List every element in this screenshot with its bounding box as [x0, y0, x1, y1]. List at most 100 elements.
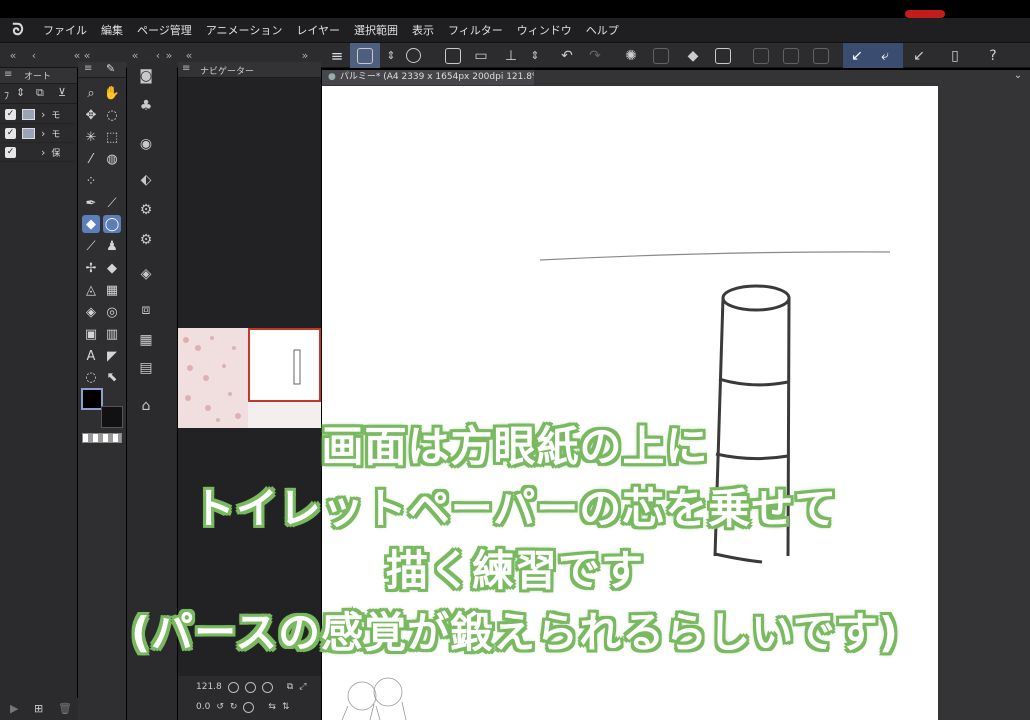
stepper-icon[interactable]: ⇕	[384, 43, 398, 68]
flip-horizontal-icon[interactable]: ⇆	[268, 702, 276, 712]
balloon-tail-icon[interactable]: ◌	[82, 368, 100, 386]
film-icon[interactable]: ▤	[136, 358, 156, 378]
fit-window-icon[interactable]: ⧉	[287, 682, 293, 692]
visibility-check-icon[interactable]: ✓	[5, 127, 16, 139]
copy-layer-icon[interactable]: ⧉	[36, 86, 44, 100]
fit-icon[interactable]	[261, 681, 273, 693]
deselect-icon[interactable]	[650, 43, 672, 68]
spiral-icon[interactable]: ◎	[103, 303, 121, 321]
airbrush-icon[interactable]: ⟋	[82, 237, 100, 255]
menu-window[interactable]: ウィンドウ	[510, 22, 579, 38]
save-icon[interactable]: ⊥	[500, 43, 522, 68]
collapse-left-icon[interactable]: «	[4, 43, 22, 68]
balloon-icon[interactable]: ◯	[103, 215, 121, 233]
gear-icon[interactable]: ⚙	[136, 200, 156, 220]
frame-icon[interactable]: ▥	[103, 325, 121, 343]
menu-file[interactable]: ファイル	[36, 22, 94, 38]
line-snap-icon[interactable]: ↙	[908, 43, 930, 68]
fill-icon[interactable]: ◬	[82, 281, 100, 299]
correction-icon[interactable]: ⬉	[103, 368, 121, 386]
ruler-icon[interactable]: ◤	[103, 347, 121, 365]
layer-settings-icon[interactable]: ⧈	[136, 300, 156, 320]
hamburger-icon[interactable]: ≡	[328, 43, 346, 68]
stepper-icon[interactable]: ⇕	[528, 43, 542, 68]
stamp-icon[interactable]: ♟	[103, 237, 121, 255]
selection-launcher-button[interactable]	[350, 43, 380, 68]
grid-settings-icon[interactable]: ▦	[136, 330, 156, 350]
flip-vertical-icon[interactable]: ⇅	[282, 702, 290, 712]
figure-icon[interactable]: ⁘	[82, 172, 100, 190]
brush-settings-icon[interactable]: ⬖	[136, 170, 156, 190]
zoom-in-icon[interactable]	[244, 681, 256, 693]
reset-rotation-icon[interactable]	[243, 701, 255, 713]
text-icon[interactable]: A	[82, 347, 100, 365]
gear-icon[interactable]: ⚙	[136, 230, 156, 250]
menu-selection[interactable]: 選択範囲	[347, 22, 405, 38]
fullscreen-icon[interactable]: ⤢	[299, 682, 306, 692]
eraser-icon[interactable]: ◆	[103, 259, 121, 277]
merge-layer-icon[interactable]: ⊻	[58, 86, 66, 99]
chevron-right-icon[interactable]: ›	[41, 127, 45, 140]
rotate-left-icon[interactable]: ↺	[216, 702, 224, 712]
navigator-preview[interactable]	[178, 328, 321, 428]
draft-icon[interactable]	[810, 43, 832, 68]
new-file-icon[interactable]	[442, 43, 464, 68]
redo-icon[interactable]: ↷	[584, 43, 606, 68]
undo-icon[interactable]: ↶	[556, 43, 578, 68]
menu-filter[interactable]: フィルター	[441, 22, 510, 38]
document-tab[interactable]: ● パルミー* (A4 2339 x 1654px 200dpi 121.8%)	[322, 70, 534, 85]
blend-mode-select[interactable]: ﾌ	[4, 87, 9, 102]
chat-icon[interactable]: ◍	[103, 150, 121, 168]
eyedropper-icon[interactable]: ⁄	[82, 150, 100, 168]
visibility-check-icon[interactable]: ✓	[5, 108, 16, 120]
bucket-icon[interactable]: ◈	[82, 303, 100, 321]
chevron-left-icon[interactable]: ‹	[28, 43, 40, 68]
stepper-icon[interactable]: ⇕	[16, 86, 25, 99]
ruler-snap-icon[interactable]: ↙	[846, 43, 868, 68]
ref-icon[interactable]	[780, 43, 802, 68]
brush-snap-icon[interactable]: ⤶	[874, 43, 896, 68]
menu-animation[interactable]: アニメーション	[199, 22, 290, 38]
transform-icon[interactable]	[712, 43, 734, 68]
chevron-right-icon[interactable]: ›	[41, 108, 45, 121]
play-icon[interactable]: ▶	[10, 702, 18, 715]
main-color-swatch[interactable]	[81, 388, 103, 410]
object-icon[interactable]: ⬚	[103, 128, 121, 146]
chevron-right-icon[interactable]: ›	[41, 146, 45, 159]
menu-page[interactable]: ページ管理	[130, 22, 199, 38]
menu-icon[interactable]: ≡	[84, 63, 92, 74]
zoom-out-icon[interactable]	[227, 681, 239, 693]
menu-icon[interactable]: ≡	[4, 69, 12, 80]
folder-icon[interactable]: ▭	[470, 43, 492, 68]
fill-icon[interactable]: ◆	[682, 43, 704, 68]
zoom-icon[interactable]: ⌕	[82, 84, 100, 102]
menu-icon[interactable]: ≡	[182, 63, 190, 74]
menu-help[interactable]: ヘルプ	[579, 22, 626, 38]
loading-icon[interactable]: ✺	[620, 43, 642, 68]
app-logo-icon[interactable]: ᘐ	[0, 20, 36, 40]
new-layer-icon[interactable]: ⊞	[34, 702, 43, 715]
figure-icon[interactable]: ⌂	[136, 396, 156, 416]
menu-edit[interactable]: 編集	[94, 22, 130, 38]
blend-icon[interactable]: ✢	[82, 259, 100, 277]
layer-row[interactable]: ✓ › モ	[0, 105, 75, 124]
visibility-check-icon[interactable]: ✓	[5, 146, 16, 158]
stop-icon[interactable]: ◙	[136, 66, 156, 86]
drops-icon[interactable]: ♣	[136, 96, 156, 116]
navigate-icon[interactable]: ◉	[136, 134, 156, 154]
hand-icon[interactable]: ✋	[103, 84, 121, 102]
move-icon[interactable]: ✥	[82, 106, 100, 124]
magic-wand-icon[interactable]: ✳	[82, 128, 100, 146]
spiral-icon[interactable]	[402, 43, 424, 68]
trash-icon[interactable]: 🗑	[58, 702, 72, 715]
layers-icon[interactable]: ◈	[136, 264, 156, 284]
lasso-icon[interactable]: ◌	[103, 106, 121, 124]
menu-layer[interactable]: レイヤー	[289, 22, 347, 38]
help-icon[interactable]: ?	[982, 43, 1004, 68]
rotate-right-icon[interactable]: ↻	[230, 702, 238, 712]
brush-icon[interactable]: ⟋	[103, 194, 121, 212]
pen-icon[interactable]: ✒	[82, 194, 100, 212]
navigator-tab[interactable]: ナビゲーター	[200, 64, 254, 77]
layer-row[interactable]: ✓ › 保	[0, 143, 75, 162]
layer-row[interactable]: ✓ › モ	[0, 124, 75, 143]
